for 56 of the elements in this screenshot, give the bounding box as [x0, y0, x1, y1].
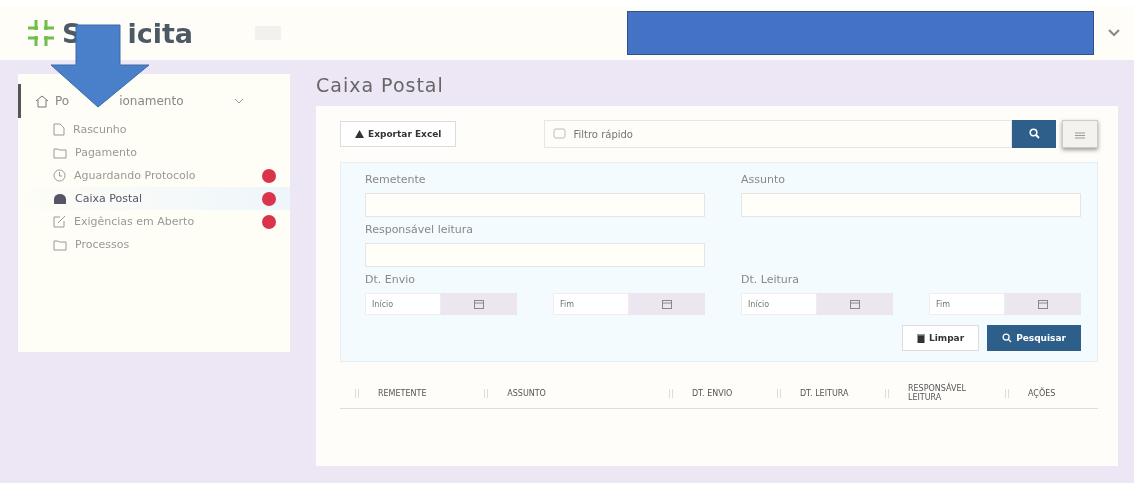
quick-filter-field[interactable]: Filtro rápido	[544, 120, 1012, 148]
field-label: Dt. Envio	[365, 273, 416, 286]
sort-icon	[883, 388, 890, 398]
field-label: Dt. Leitura	[741, 273, 801, 286]
input-field[interactable]	[365, 193, 705, 217]
list-toggle-button[interactable]	[1062, 120, 1098, 148]
search-button[interactable]	[1012, 120, 1056, 148]
sort-icon	[667, 388, 674, 398]
calendar-button[interactable]	[629, 293, 705, 315]
calendar-icon	[474, 299, 484, 309]
home-icon	[35, 94, 49, 108]
column-header[interactable]: AÇÕES	[990, 384, 1098, 402]
field-label: Remetente	[365, 173, 427, 186]
field-label: Responsável leitura	[365, 223, 475, 236]
chevron-down-icon[interactable]	[1108, 29, 1120, 37]
export-button[interactable]: Exportar Excel	[340, 121, 457, 147]
search-button[interactable]: Pesquisar	[987, 325, 1081, 351]
calendar-icon	[1038, 299, 1048, 309]
inbox-icon	[53, 192, 67, 205]
date-field[interactable]: Fim	[553, 293, 629, 315]
date-field[interactable]: Início	[365, 293, 441, 315]
calendar-button[interactable]	[441, 293, 517, 315]
trash-icon	[916, 333, 925, 343]
logo-text: icita	[127, 17, 194, 49]
calendar-icon	[662, 299, 672, 309]
clear-button[interactable]: Limpar	[901, 325, 980, 351]
logo-icon	[26, 18, 56, 48]
column-header[interactable]: RESPONSÁVEL LEITURA	[869, 384, 978, 402]
sort-icon	[354, 388, 360, 398]
edit-icon	[53, 215, 66, 228]
calendar-icon	[850, 299, 860, 309]
folder-icon	[53, 238, 67, 251]
file-icon	[53, 123, 65, 136]
date-field[interactable]: Fim	[929, 293, 1005, 315]
field-label: Assunto	[741, 173, 786, 186]
sort-icon	[1004, 388, 1010, 398]
list-icon	[1075, 131, 1085, 139]
clock-icon	[53, 169, 66, 182]
date-field[interactable]: Início	[741, 293, 817, 315]
section-label: Po	[55, 94, 70, 108]
page-title: Caixa Postal	[316, 74, 445, 96]
sort-icon	[483, 388, 490, 398]
calendar-button[interactable]	[817, 293, 893, 315]
column-header[interactable]: DT. LEITURA	[761, 384, 870, 402]
search-icon	[1002, 333, 1013, 343]
column-header[interactable]: ASSUNTO	[469, 384, 578, 402]
filter-icon	[553, 128, 567, 139]
input-field[interactable]	[741, 193, 1081, 217]
column-header[interactable]: REMETENTE	[340, 384, 448, 402]
sort-icon	[775, 388, 782, 398]
calendar-button[interactable]	[1005, 293, 1081, 315]
column-header[interactable]: DT. ENVIO	[653, 384, 762, 402]
folder-icon	[53, 146, 67, 159]
section-label: ionamento	[119, 94, 184, 108]
search-icon	[1028, 127, 1040, 139]
input-field[interactable]	[365, 243, 705, 267]
